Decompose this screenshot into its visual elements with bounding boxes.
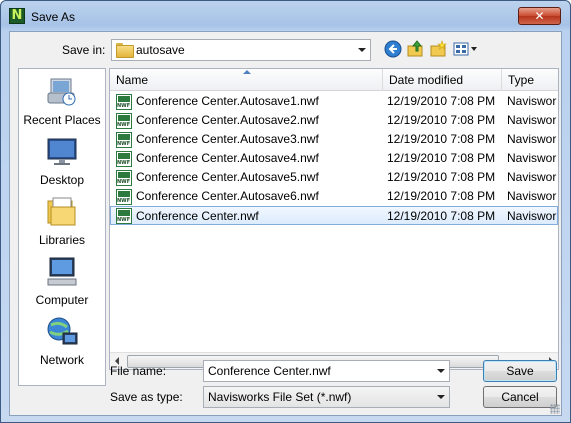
file-type: Navisworks File Set bbox=[507, 209, 557, 223]
file-name: Conference Center.nwf bbox=[136, 209, 259, 223]
file-row-selected[interactable]: Conference Center.nwf 12/19/2010 7:08 PM… bbox=[110, 206, 558, 225]
back-icon bbox=[384, 40, 402, 58]
file-row[interactable]: Conference Center.Autosave4.nwf 12/19/20… bbox=[110, 149, 558, 168]
file-name-input[interactable]: Conference Center.nwf bbox=[203, 360, 450, 382]
file-row[interactable]: Conference Center.Autosave3.nwf 12/19/20… bbox=[110, 130, 558, 149]
save-as-dialog: N Save As ✕ Save in: autosave Recent Pla… bbox=[0, 0, 571, 423]
file-type: Navisworks File Set bbox=[507, 94, 557, 108]
save-as-type-value: Navisworks File Set (*.nwf) bbox=[208, 390, 352, 404]
navisworks-app-icon: N bbox=[9, 8, 25, 24]
file-name: Conference Center.Autosave1.nwf bbox=[136, 94, 319, 108]
place-network[interactable]: Network bbox=[19, 315, 105, 367]
file-date: 12/19/2010 7:08 PM bbox=[387, 209, 496, 223]
nwf-file-icon bbox=[116, 132, 132, 148]
save-as-type-select[interactable]: Navisworks File Set (*.nwf) bbox=[203, 386, 450, 408]
nwf-file-icon bbox=[116, 113, 132, 129]
chevron-down-icon bbox=[358, 48, 366, 52]
places-bar: Recent Places Desktop Libraries Computer bbox=[18, 68, 106, 386]
file-type: Navisworks File Set bbox=[507, 151, 557, 165]
file-row[interactable]: Conference Center.Autosave5.nwf 12/19/20… bbox=[110, 168, 558, 187]
view-menu-icon bbox=[453, 42, 477, 56]
column-header-row: Name Date modified Type bbox=[110, 69, 558, 91]
file-name: Conference Center.Autosave2.nwf bbox=[136, 113, 319, 127]
place-label: Libraries bbox=[38, 233, 86, 247]
libraries-icon bbox=[45, 195, 79, 229]
file-type: Navisworks File Set bbox=[507, 113, 557, 127]
back-button[interactable] bbox=[383, 40, 403, 60]
file-name: Conference Center.Autosave6.nwf bbox=[136, 189, 319, 203]
place-recent-places[interactable]: Recent Places bbox=[19, 75, 105, 127]
network-icon bbox=[45, 315, 79, 349]
folder-icon bbox=[116, 43, 134, 58]
chevron-down-icon bbox=[437, 395, 445, 399]
window-title: Save As bbox=[31, 10, 76, 24]
nwf-file-icon bbox=[116, 208, 132, 224]
file-name-label: File name: bbox=[110, 364, 167, 378]
file-type: Navisworks File Set bbox=[507, 170, 557, 184]
file-row[interactable]: Conference Center.Autosave2.nwf 12/19/20… bbox=[110, 111, 558, 130]
file-date: 12/19/2010 7:08 PM bbox=[387, 132, 496, 146]
computer-icon bbox=[45, 255, 79, 289]
file-name: Conference Center.Autosave4.nwf bbox=[136, 151, 319, 165]
place-label: Computer bbox=[35, 293, 89, 307]
nwf-file-icon bbox=[116, 170, 132, 186]
file-date: 12/19/2010 7:08 PM bbox=[387, 113, 496, 127]
close-button[interactable]: ✕ bbox=[518, 7, 561, 25]
new-folder-button[interactable] bbox=[429, 40, 449, 60]
place-computer[interactable]: Computer bbox=[19, 255, 105, 307]
new-folder-icon bbox=[430, 40, 447, 57]
title-bar: N Save As ✕ bbox=[1, 1, 570, 31]
nwf-file-icon bbox=[116, 189, 132, 205]
save-as-type-label: Save as type: bbox=[110, 390, 183, 404]
place-libraries[interactable]: Libraries bbox=[19, 195, 105, 247]
file-name-value: Conference Center.nwf bbox=[208, 364, 331, 378]
file-row[interactable]: Conference Center.Autosave6.nwf 12/19/20… bbox=[110, 187, 558, 206]
file-date: 12/19/2010 7:08 PM bbox=[387, 151, 496, 165]
place-label: Recent Places bbox=[23, 113, 101, 127]
view-menu-button[interactable] bbox=[453, 40, 479, 60]
up-one-level-button[interactable] bbox=[406, 40, 426, 60]
column-header-name[interactable]: Name bbox=[110, 69, 383, 91]
file-type: Navisworks File Set bbox=[507, 189, 557, 203]
nwf-file-icon bbox=[116, 151, 132, 167]
place-desktop[interactable]: Desktop bbox=[19, 135, 105, 187]
save-in-label: Save in: bbox=[62, 43, 106, 57]
desktop-icon bbox=[45, 135, 79, 169]
nwf-file-icon bbox=[116, 94, 132, 110]
resize-grip-icon[interactable] bbox=[550, 404, 560, 414]
file-date: 12/19/2010 7:08 PM bbox=[387, 189, 496, 203]
column-header-type[interactable]: Type bbox=[502, 69, 558, 91]
up-folder-icon bbox=[407, 40, 423, 57]
column-header-date-modified[interactable]: Date modified bbox=[383, 69, 502, 91]
file-type: Navisworks File Set bbox=[507, 132, 557, 146]
save-in-value: autosave bbox=[136, 43, 185, 57]
chevron-down-icon[interactable] bbox=[437, 369, 445, 373]
dialog-body: Save in: autosave Recent Places Desktop … bbox=[9, 31, 562, 416]
place-label: Network bbox=[39, 353, 84, 367]
file-name: Conference Center.Autosave5.nwf bbox=[136, 170, 319, 184]
recent-places-icon bbox=[45, 75, 79, 109]
save-button[interactable]: Save bbox=[483, 360, 557, 382]
file-list[interactable]: Name Date modified Type Conference Cente… bbox=[109, 68, 559, 370]
file-date: 12/19/2010 7:08 PM bbox=[387, 170, 496, 184]
cancel-button[interactable]: Cancel bbox=[483, 386, 557, 408]
place-label: Desktop bbox=[39, 173, 85, 187]
save-in-combo[interactable]: autosave bbox=[111, 39, 371, 61]
file-date: 12/19/2010 7:08 PM bbox=[387, 94, 496, 108]
file-name: Conference Center.Autosave3.nwf bbox=[136, 132, 319, 146]
file-row[interactable]: Conference Center.Autosave1.nwf 12/19/20… bbox=[110, 92, 558, 111]
